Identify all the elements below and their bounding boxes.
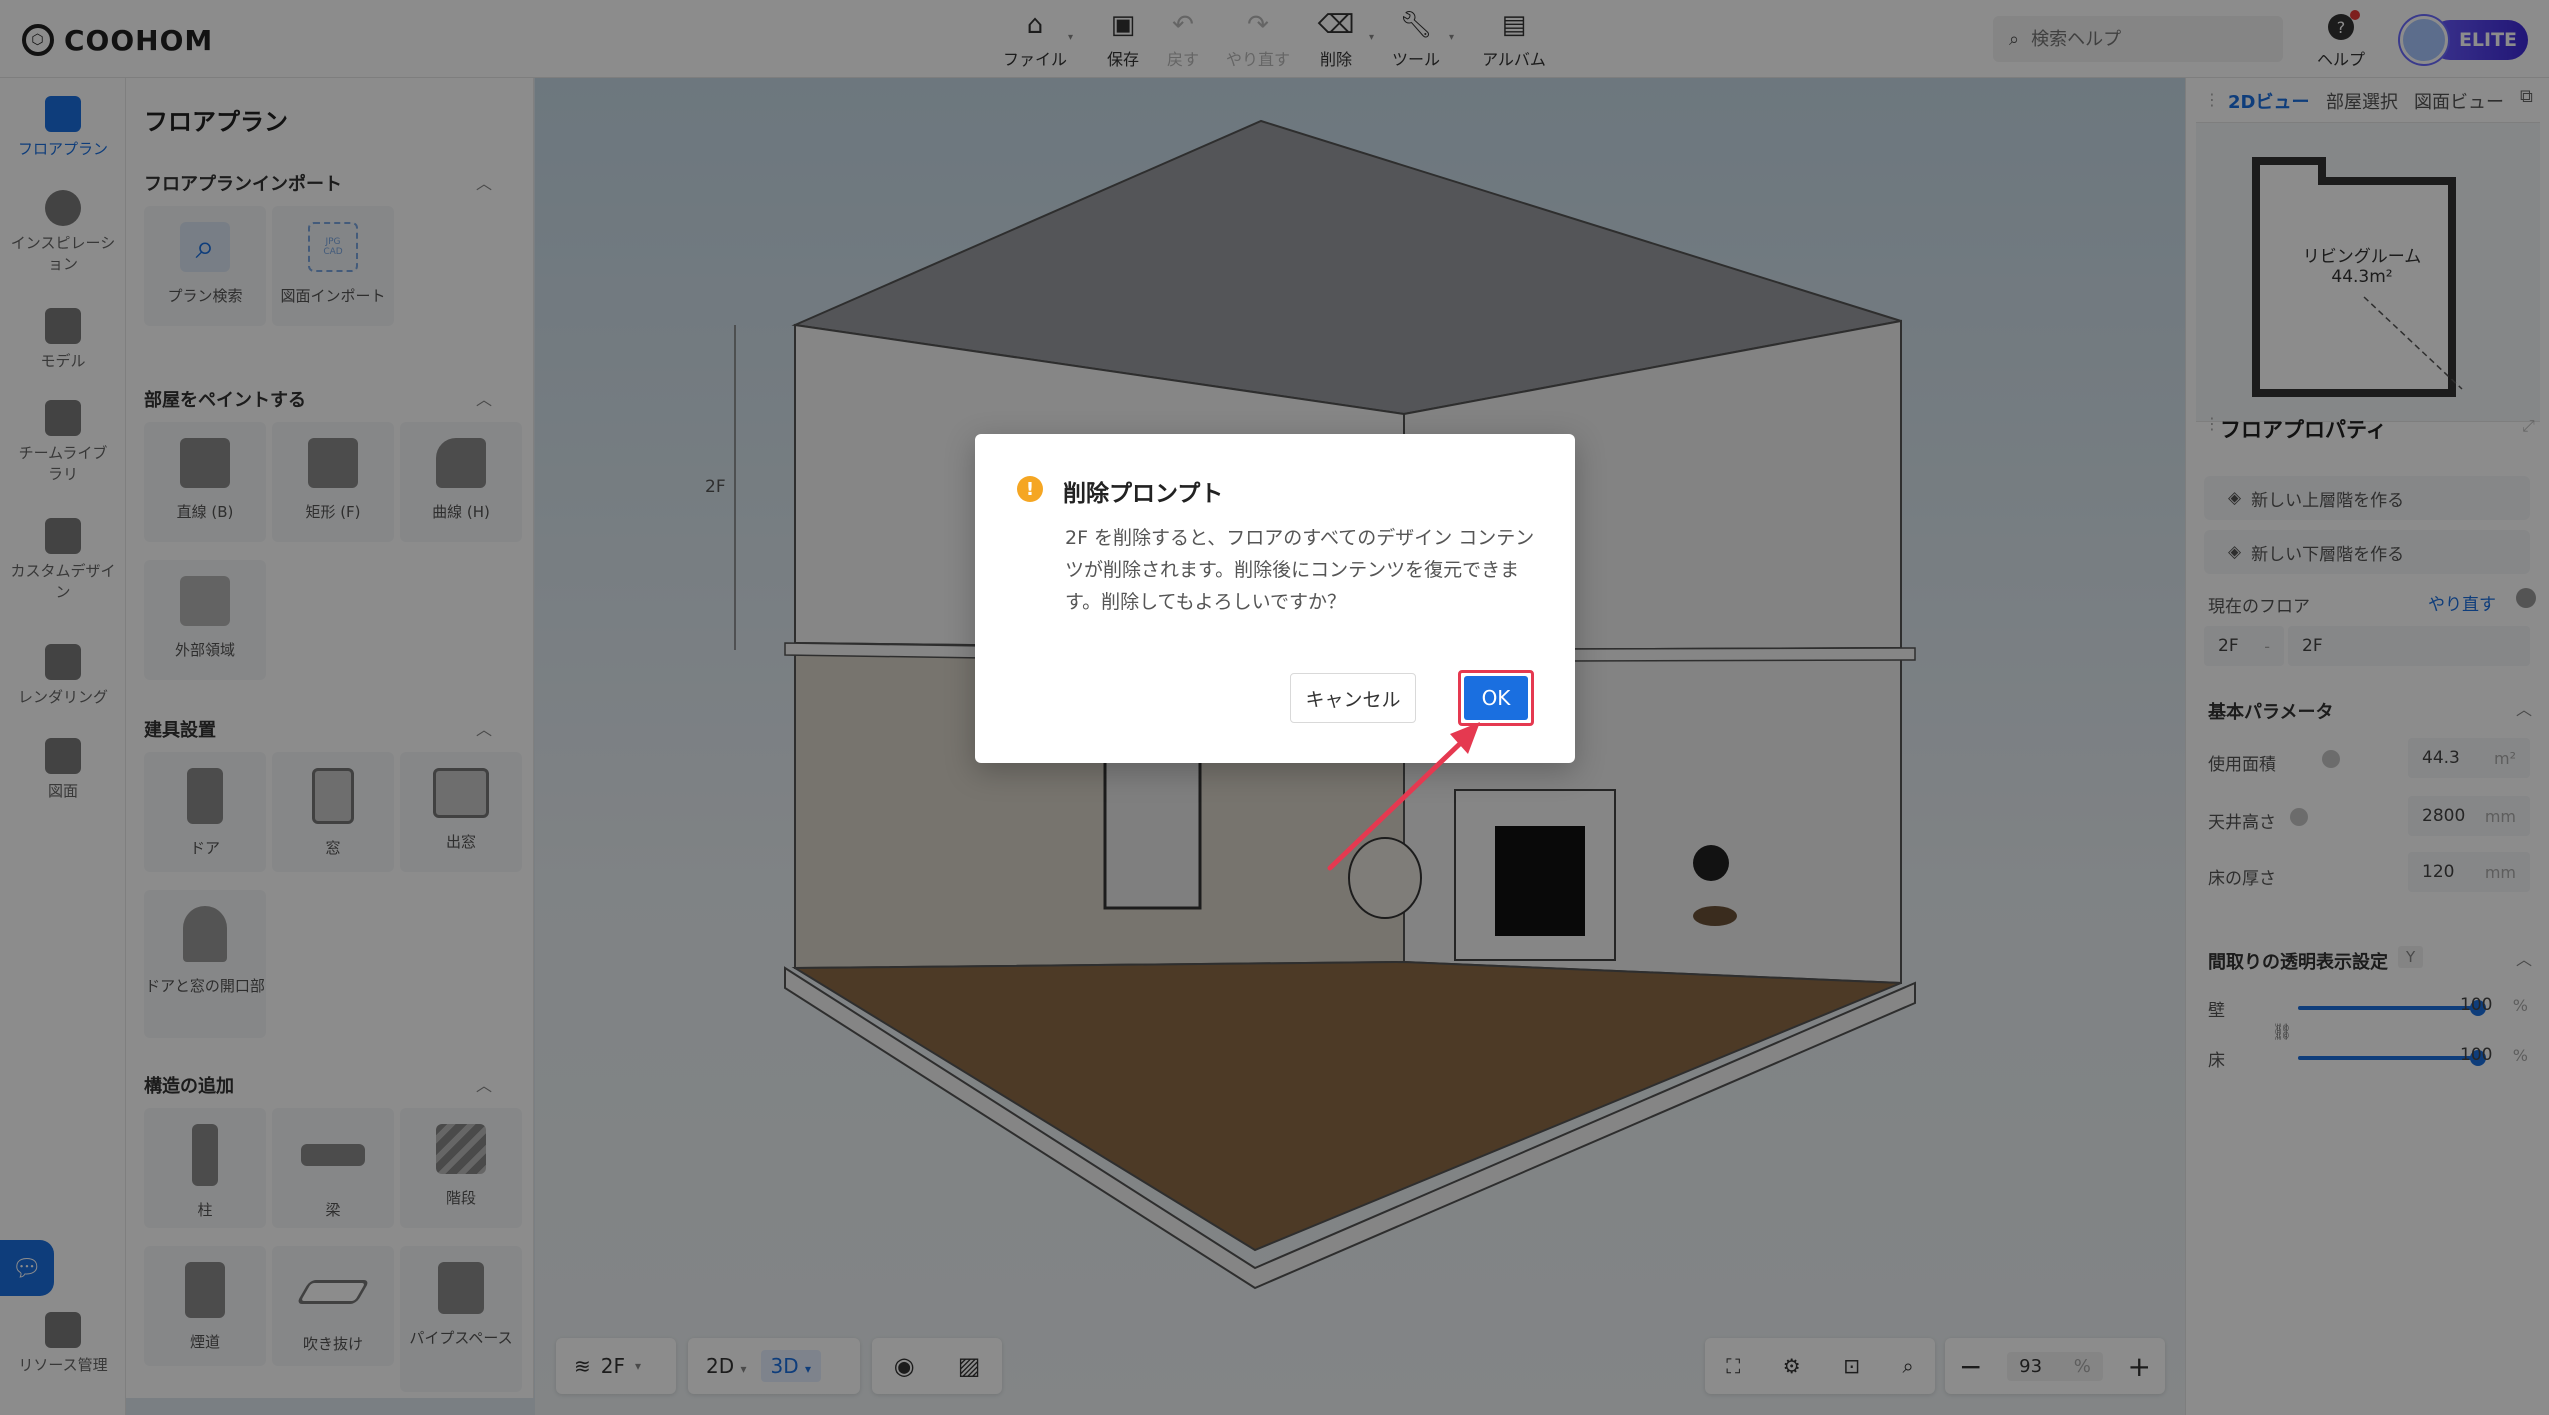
dialog-message: 2F を削除すると、フロアのすべてのデザイン コンテンツが削除されます。削除後に…	[1065, 527, 1535, 613]
dialog-title: 削除プロンプト	[1063, 481, 1224, 507]
annotation-arrow	[1327, 722, 1480, 871]
warning-icon: !	[1017, 476, 1043, 502]
